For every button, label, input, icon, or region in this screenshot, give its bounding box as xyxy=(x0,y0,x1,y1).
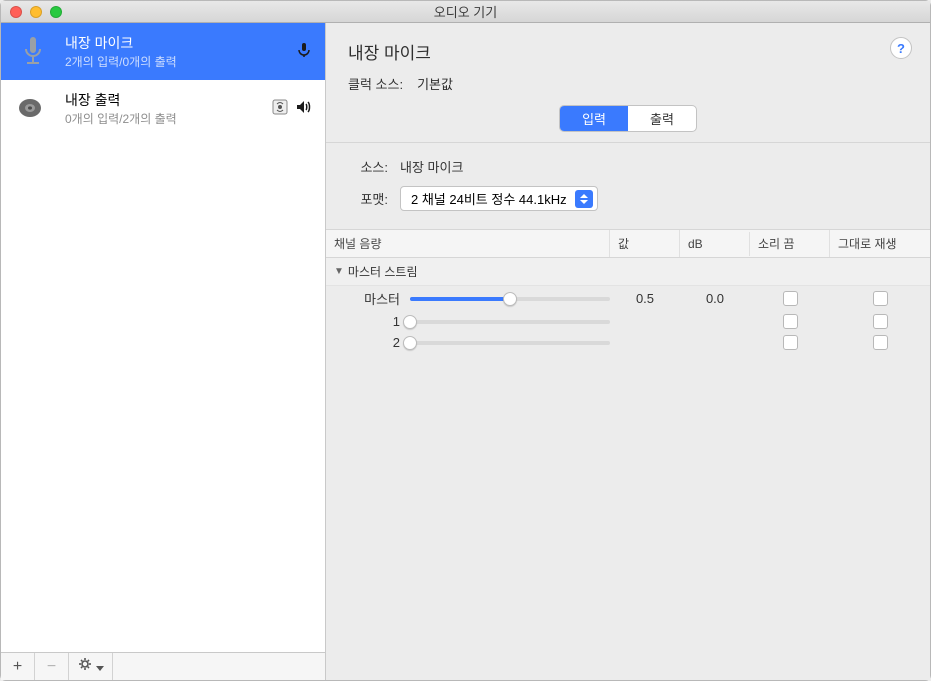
help-button[interactable]: ? xyxy=(890,37,912,59)
io-segmented-control: 입력 출력 xyxy=(559,105,697,132)
remove-device-button[interactable]: − xyxy=(35,653,69,680)
device-item-internal-mic[interactable]: 내장 마이크 2개의 입력/0개의 출력 xyxy=(1,23,325,80)
add-device-button[interactable]: + xyxy=(1,653,35,680)
mute-checkbox[interactable] xyxy=(783,335,798,350)
device-badges xyxy=(271,98,313,119)
mute-checkbox[interactable] xyxy=(783,291,798,306)
mic-icon xyxy=(295,41,313,62)
channel-name-cell: 2 xyxy=(326,335,610,350)
system-icon xyxy=(271,98,289,119)
volume-slider[interactable] xyxy=(410,341,610,345)
thru-cell xyxy=(830,335,930,350)
channel-row: 마스터 0.50.0 xyxy=(326,286,930,311)
close-window-button[interactable] xyxy=(10,6,22,18)
clock-source-row: 클럭 소스: 기본값 xyxy=(348,74,908,93)
channel-label: 마스터 xyxy=(352,289,400,308)
channel-name-cell: 마스터 xyxy=(326,289,610,308)
mute-cell xyxy=(750,291,830,306)
device-name: 내장 마이크 xyxy=(65,33,283,53)
content-area: 내장 마이크 2개의 입력/0개의 출력 내장 출력 0개의 입력/2개의 출력 xyxy=(1,23,930,680)
col-volume: 채널 음량 xyxy=(326,230,610,257)
stream-label: 마스터 스트림 xyxy=(348,263,418,280)
device-text: 내장 출력 0개의 입력/2개의 출력 xyxy=(65,90,259,127)
device-sub: 0개의 입력/2개의 출력 xyxy=(65,110,259,127)
col-value: 값 xyxy=(610,230,680,257)
channel-label: 1 xyxy=(352,314,400,329)
chevron-down-icon xyxy=(96,658,104,676)
channel-value: 0.5 xyxy=(610,291,680,306)
channel-label: 2 xyxy=(352,335,400,350)
detail-title: 내장 마이크 xyxy=(348,39,908,64)
sidebar-toolbar: + − xyxy=(1,652,325,680)
popup-arrows-icon xyxy=(575,190,593,208)
thru-checkbox[interactable] xyxy=(873,335,888,350)
channel-table: 채널 음량 값 dB 소리 끔 그대로 재생 ▼ 마스터 스트림 마스터 0.50… xyxy=(326,229,930,353)
zoom-window-button[interactable] xyxy=(50,6,62,18)
thru-checkbox[interactable] xyxy=(873,314,888,329)
channel-db: 0.0 xyxy=(680,291,750,306)
table-header-row: 채널 음량 값 dB 소리 끔 그대로 재생 xyxy=(326,230,930,258)
stream-header[interactable]: ▼ 마스터 스트림 xyxy=(326,258,930,286)
detail-form: 소스: 내장 마이크 포맷: 2 채널 24비트 정수 44.1kHz xyxy=(326,143,930,229)
microphone-device-icon xyxy=(13,31,53,71)
device-list: 내장 마이크 2개의 입력/0개의 출력 내장 출력 0개의 입력/2개의 출력 xyxy=(1,23,325,652)
format-popup[interactable]: 2 채널 24비트 정수 44.1kHz xyxy=(400,186,598,211)
gear-icon xyxy=(78,656,94,677)
device-item-internal-output[interactable]: 내장 출력 0개의 입력/2개의 출력 xyxy=(1,80,325,137)
channel-row: 1 xyxy=(326,311,930,332)
window-controls xyxy=(1,6,62,18)
clock-source-value: 기본값 xyxy=(417,74,453,93)
channel-name-cell: 1 xyxy=(326,314,610,329)
mute-cell xyxy=(750,335,830,350)
disclosure-triangle-icon: ▼ xyxy=(334,266,344,277)
format-value: 2 채널 24비트 정수 44.1kHz xyxy=(411,189,567,208)
col-db: dB xyxy=(680,232,750,256)
channel-row: 2 xyxy=(326,332,930,353)
volume-slider[interactable] xyxy=(410,297,610,301)
speaker-icon xyxy=(295,98,313,119)
clock-source-label: 클럭 소스: xyxy=(348,74,403,93)
speaker-device-icon xyxy=(13,88,53,128)
gear-menu-button[interactable] xyxy=(69,653,113,680)
titlebar: 오디오 기기 xyxy=(1,1,930,23)
tab-input[interactable]: 입력 xyxy=(560,106,628,131)
device-badges xyxy=(295,41,313,62)
thru-cell xyxy=(830,314,930,329)
col-mute: 소리 끔 xyxy=(750,230,830,257)
detail-header: 내장 마이크 ? 클럭 소스: 기본값 입력 출력 xyxy=(326,23,930,143)
mute-cell xyxy=(750,314,830,329)
minimize-window-button[interactable] xyxy=(30,6,42,18)
device-sidebar: 내장 마이크 2개의 입력/0개의 출력 내장 출력 0개의 입력/2개의 출력 xyxy=(1,23,326,680)
volume-slider[interactable] xyxy=(410,320,610,324)
format-row: 포맷: 2 채널 24비트 정수 44.1kHz xyxy=(348,186,908,211)
format-label: 포맷: xyxy=(348,189,388,208)
thru-checkbox[interactable] xyxy=(873,291,888,306)
device-name: 내장 출력 xyxy=(65,90,259,110)
source-row: 소스: 내장 마이크 xyxy=(348,157,908,176)
window-title: 오디오 기기 xyxy=(1,2,930,21)
source-label: 소스: xyxy=(348,157,388,176)
device-sub: 2개의 입력/0개의 출력 xyxy=(65,53,283,70)
device-text: 내장 마이크 2개의 입력/0개의 출력 xyxy=(65,33,283,70)
tab-output[interactable]: 출력 xyxy=(628,106,696,131)
source-value: 내장 마이크 xyxy=(400,157,463,176)
mute-checkbox[interactable] xyxy=(783,314,798,329)
col-thru: 그대로 재생 xyxy=(830,230,930,257)
device-detail-panel: 내장 마이크 ? 클럭 소스: 기본값 입력 출력 소스: 내장 마이크 포맷:… xyxy=(326,23,930,680)
thru-cell xyxy=(830,291,930,306)
channel-rows: 마스터 0.50.0 1 2 xyxy=(326,286,930,353)
